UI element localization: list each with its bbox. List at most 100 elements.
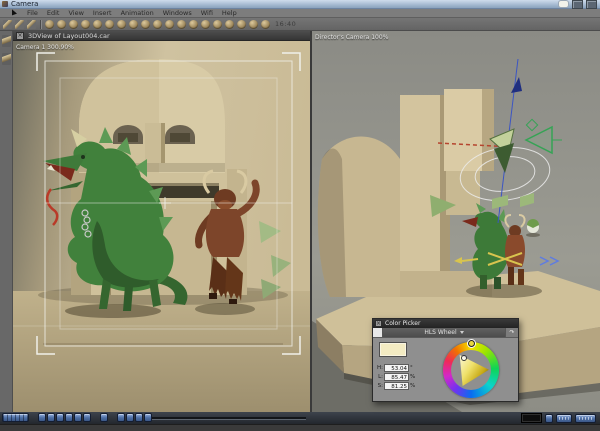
window-footer [0,424,600,431]
toolbar-icon-2[interactable] [57,19,66,29]
toolbar-icon-12[interactable] [177,19,186,29]
menu-wifi[interactable]: Wifi [201,9,213,17]
mode-button-2[interactable] [575,413,596,423]
toolbar-icon-3[interactable] [69,19,78,29]
menu-items: File Edit View Insert Animation Windows Wifi He… [27,9,237,17]
loop-button-group [100,413,108,422]
eyedropper-icon[interactable]: ↷ [505,328,518,337]
step-back-button[interactable] [47,413,55,422]
titlebar-widget-icon-2[interactable] [586,0,597,9]
menu-bar: File Edit View Insert Animation Windows Wifi He… [0,9,600,18]
main-toolbar: 16:40 [0,18,600,31]
toolbar-icon-8[interactable] [129,19,138,29]
toolbar-separator [40,19,41,29]
titlebar-status-area [558,0,597,9]
toolbar-icon-15[interactable] [213,19,222,29]
hue-wheel[interactable] [443,340,499,398]
menu-edit[interactable]: Edit [47,9,60,17]
palette-collapse-button[interactable] [373,328,383,337]
toolbar-icon-16[interactable] [225,19,234,29]
color-picker-header: HLS Wheel ↷ [373,328,518,338]
pointer-menu-icon[interactable] [12,9,17,17]
close-icon[interactable]: × [16,31,24,40]
window-titlebar[interactable]: Camera [0,0,600,9]
stop-button[interactable] [56,413,64,422]
transport-buttons [38,413,91,422]
value-input[interactable]: 53.04 [384,364,409,372]
brush-tool-icon[interactable] [27,19,36,29]
toolbar-icon-17[interactable] [237,19,246,29]
toolbar-icon-4[interactable] [81,19,90,29]
prev-key-button[interactable] [126,413,134,422]
toolbar-icon-group [45,19,270,29]
menu-file[interactable]: File [27,9,38,17]
value-input[interactable]: 85.47 [384,373,409,381]
titlebar-widget-icon-1[interactable] [572,0,583,9]
toolbar-icon-14[interactable] [201,19,210,29]
L:: L: [378,374,383,380]
color-mode-dropdown[interactable]: HLS Wheel [383,328,505,337]
rewind-button[interactable] [38,413,46,422]
frame-counter-button[interactable] [2,413,29,422]
S:: S: [377,383,383,389]
pen-tool-icon[interactable] [3,19,12,29]
color-picker-title: Color Picker [385,319,421,327]
menu-animation[interactable]: Animation [121,9,154,17]
transport-left-cluster [2,413,152,422]
value-input[interactable]: 81.25 [384,382,409,390]
fast-forward-button[interactable] [83,413,91,422]
toolbar-icon-6[interactable] [105,19,114,29]
window-title: Camera [11,0,39,8]
status-blob-icon[interactable] [558,0,569,8]
color-picker-titlebar[interactable]: × Color Picker [373,319,518,328]
first-frame-button[interactable] [117,413,125,422]
hls-fields: H: 53.04 ° L: 85.47 % S: 81.25 % [376,364,415,390]
mode-button-1[interactable] [556,413,572,423]
nav-buttons [117,413,152,422]
side-tool-icon-1[interactable] [1,35,11,47]
toolbar-icon-7[interactable] [117,19,126,29]
step-forward-button[interactable] [74,413,82,422]
toolbar-icon-9[interactable] [141,19,150,29]
menu-view[interactable]: View [68,9,83,17]
menu-insert[interactable]: Insert [93,9,112,17]
left-view-titlebar[interactable]: × 3DView of Layout004.car [13,31,310,41]
color-picker-body: H: 53.04 ° L: 85.47 % S: 81.25 % [373,338,518,402]
hue-marker[interactable] [468,340,475,347]
loop-button[interactable] [100,413,108,422]
side-tool-icon-2[interactable] [1,53,11,65]
hls-field-row: S: 81.25 % [376,382,415,390]
toolbar-icon-13[interactable] [189,19,198,29]
toolbar-left-group [3,19,36,29]
play-button[interactable] [65,413,73,422]
next-key-button[interactable] [135,413,143,422]
toolbar-icon-5[interactable] [93,19,102,29]
side-tool-strip [0,31,13,412]
hls-field-row: L: 85.47 % [376,373,415,381]
left-view-canvas[interactable]: Camera 1 300.90% [13,41,310,412]
toolbar-icon-11[interactable] [165,19,174,29]
left-camera-label: Camera 1 300.90% [16,44,74,51]
toolbar-icon-1[interactable] [45,19,54,29]
toolbar-icon-19[interactable] [261,19,270,29]
status-readout [521,413,542,423]
close-icon[interactable]: × [375,320,382,327]
unit-label: % [410,383,416,389]
color-picker-panel: × Color Picker HLS Wheel ↷ H: 53.04 ° L: [372,318,519,402]
menu-windows[interactable]: Windows [163,9,192,17]
transport-right-cluster [521,413,596,423]
current-color-swatch[interactable] [379,342,407,357]
clock-display: 16:40 [275,20,297,28]
knife-tool-icon[interactable] [15,19,24,29]
menu-help[interactable]: Help [222,9,237,17]
snap-button[interactable] [545,413,553,423]
color-mode-label: HLS Wheel [424,329,457,336]
last-frame-button[interactable] [144,413,152,422]
unit-label: % [410,374,416,380]
sl-marker[interactable] [461,355,467,361]
toolbar-icon-10[interactable] [153,19,162,29]
toolbar-icon-18[interactable] [249,19,258,29]
timeline-slider[interactable] [152,417,306,420]
left-view-window: × 3DView of Layout004.car Camera 1 300.9… [13,31,310,412]
app-window: Camera File Edit View Insert Animation Window… [0,0,600,431]
